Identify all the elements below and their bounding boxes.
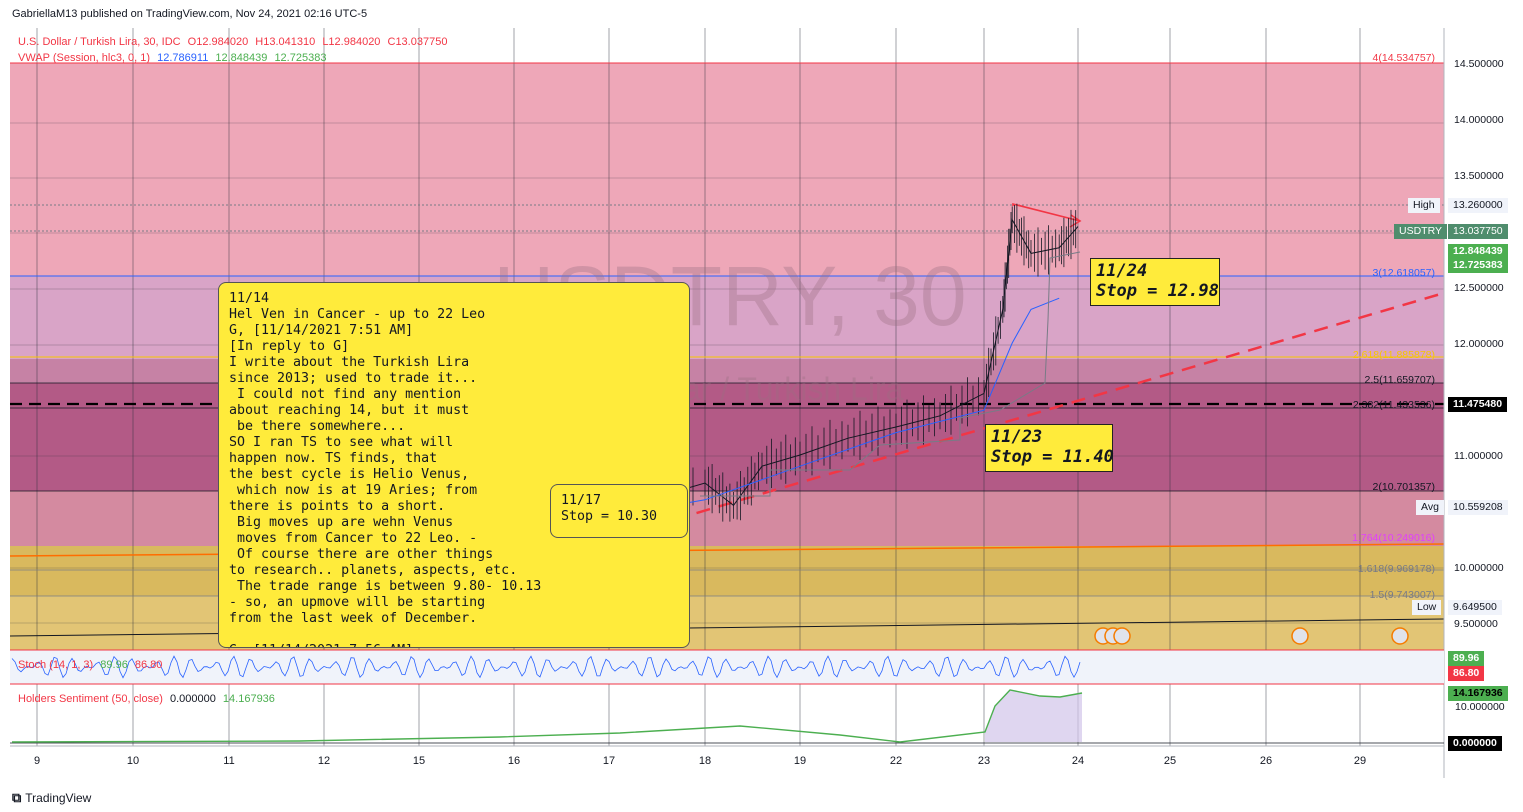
symbol-tag: USDTRY xyxy=(1394,224,1447,239)
fib-level-label: 2.618(11.885878) xyxy=(1352,348,1435,361)
ohlc-high: H13.041310 xyxy=(255,36,316,48)
ohlc-low: L12.984020 xyxy=(322,36,381,48)
y-tick-label: 11.000000 xyxy=(1454,450,1503,462)
stoch-label: Stoch (14, 1, 3) xyxy=(18,659,94,671)
x-tick-label: 18 xyxy=(698,755,712,767)
x-tick-label: 17 xyxy=(602,755,616,767)
stoch-d-tag: 86.80 xyxy=(1448,666,1485,681)
y-tick-label: 9.500000 xyxy=(1454,618,1498,630)
last-price-tag: 13.037750 xyxy=(1448,224,1508,239)
x-tick-label: 23 xyxy=(977,755,991,767)
y-tick-label: 14.000000 xyxy=(1454,114,1504,126)
stoch-legend: Stoch (14, 1, 3) 89.96 86.80 xyxy=(18,659,166,671)
vwap-legend: VWAP (Session, hlc3, 0, 1) 12.786911 12.… xyxy=(18,52,330,64)
x-tick-label: 9 xyxy=(33,755,41,767)
vwap-upper-value: 12.848439 xyxy=(215,52,268,64)
note-11-14[interactable]: 11/14 Hel Ven in Cancer - up to 22 Leo G… xyxy=(218,282,690,648)
symbol-name: U.S. Dollar / Turkish Lira, 30, IDC xyxy=(18,36,181,48)
dashed-level-tag: 11.475480 xyxy=(1448,397,1508,412)
y-axis-ticks: 14.500000 14.000000 13.500000 12.500000 12.0… xyxy=(1454,58,1504,630)
fib-level-label: 1.618(9.969178) xyxy=(1357,563,1435,576)
stoch-k-tag: 89.96 xyxy=(1448,651,1485,666)
tradingview-logo-icon: ⧉ xyxy=(12,790,22,805)
x-tick-label: 26 xyxy=(1259,755,1273,767)
fib-level-label: 3(12.618057) xyxy=(1372,266,1435,279)
vwap-value: 12.786911 xyxy=(157,52,209,64)
x-tick-label: 25 xyxy=(1163,755,1177,767)
band-pink xyxy=(10,63,1444,276)
vwap-lower-tag: 12.725383 xyxy=(1448,258,1508,273)
y-tick-label: 14.500000 xyxy=(1454,58,1504,70)
sentiment-top-tag: 14.167936 xyxy=(1448,686,1508,701)
sentiment-bottom-tag: 0.000000 xyxy=(1448,736,1502,751)
vwap-lower-value: 12.725383 xyxy=(274,52,327,64)
stop-box-11-23[interactable]: 11/23 Stop = 11.40 xyxy=(985,424,1114,472)
sentiment-label: Holders Sentiment (50, close) xyxy=(18,693,163,705)
stoch-d-value: 86.80 xyxy=(134,659,163,671)
stoch-pane xyxy=(10,650,1444,684)
stoch-k-value: 89.96 xyxy=(100,659,128,671)
stop-box-11-24[interactable]: 11/24 Stop = 12.98 xyxy=(1090,258,1220,306)
y-tick-label: 12.000000 xyxy=(1454,338,1504,350)
x-tick-label: 19 xyxy=(793,755,807,767)
y-tick-label: 13.500000 xyxy=(1454,170,1504,182)
footer-brand-text: TradingView xyxy=(25,791,92,805)
low-label-tag: Low xyxy=(1412,600,1442,615)
sentiment-area xyxy=(985,690,1082,742)
fib-level-label: 2.5(11.659707) xyxy=(1364,374,1435,387)
vwap-upper-tag: 12.848439 xyxy=(1448,244,1508,259)
y-tick-label: 12.500000 xyxy=(1454,282,1504,294)
fib-level-label: 2.382(11.433536) xyxy=(1352,399,1435,412)
x-tick-label: 24 xyxy=(1071,755,1085,767)
x-tick-label: 29 xyxy=(1353,755,1367,767)
ohlc-close: C13.037750 xyxy=(387,36,448,48)
y-tick-label: 10.000000 xyxy=(1454,562,1504,574)
x-tick-label: 11 xyxy=(223,755,235,767)
avg-value-tag: 10.559208 xyxy=(1448,500,1508,515)
footer-brand[interactable]: ⧉ TradingView xyxy=(12,790,91,806)
x-tick-label: 10 xyxy=(126,755,140,767)
symbol-legend: U.S. Dollar / Turkish Lira, 30, IDC O12.… xyxy=(18,36,451,48)
x-tick-label: 15 xyxy=(412,755,426,767)
sentiment-value-a: 0.000000 xyxy=(169,693,216,705)
avg-label-tag: Avg xyxy=(1416,500,1444,515)
x-tick-label: 22 xyxy=(889,755,903,767)
sentiment-legend: Holders Sentiment (50, close) 0.000000 1… xyxy=(18,693,279,705)
vwap-label: VWAP (Session, hlc3, 0, 1) xyxy=(18,52,151,64)
x-tick-label: 16 xyxy=(507,755,521,767)
x-tick-label: 12 xyxy=(317,755,331,767)
high-value-tag: 13.260000 xyxy=(1448,198,1508,213)
sentiment-value-b: 14.167936 xyxy=(222,693,275,705)
low-value-tag: 9.649500 xyxy=(1448,600,1502,615)
note-11-17[interactable]: 11/17 Stop = 10.30 xyxy=(550,484,688,538)
fib-level-label: 1.764(10.249016) xyxy=(1352,532,1435,545)
ohlc-open: O12.984020 xyxy=(187,36,249,48)
fib-level-label: 2(10.701357) xyxy=(1372,481,1435,494)
high-label-tag: High xyxy=(1408,198,1440,213)
sentiment-y-tick: 10.000000 xyxy=(1455,701,1505,713)
fib-level-label: 4(14.534757) xyxy=(1372,52,1435,65)
